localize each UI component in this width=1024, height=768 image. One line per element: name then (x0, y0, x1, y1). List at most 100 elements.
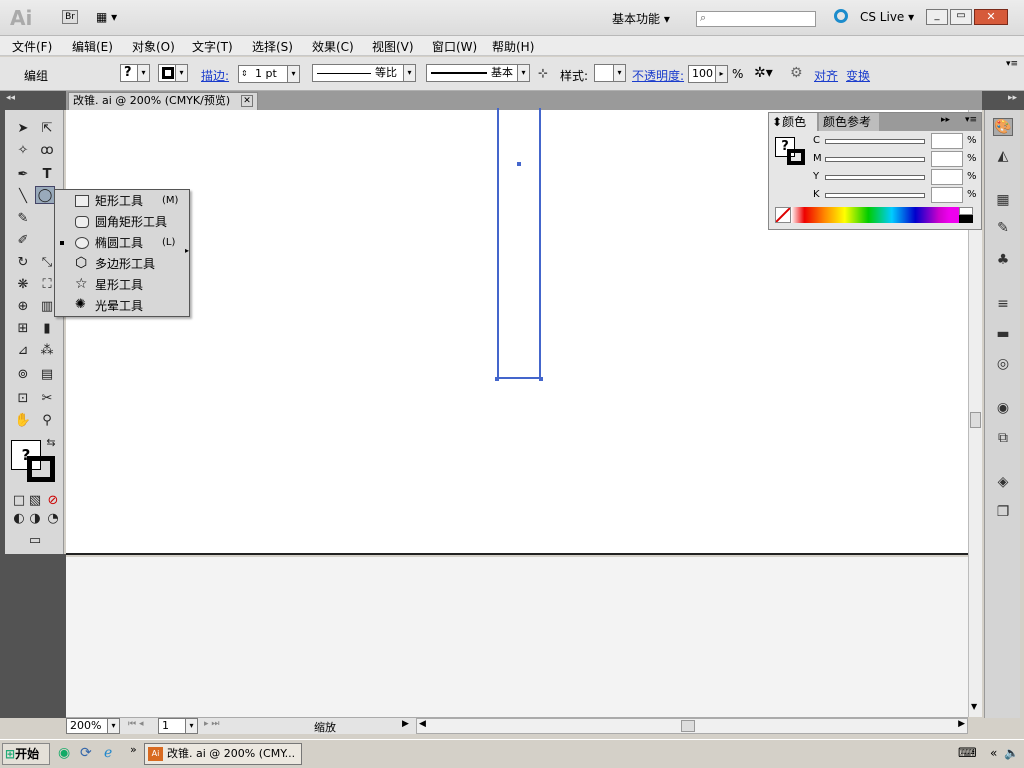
eyedropper-icon[interactable]: ⊿ (13, 342, 33, 360)
arrange-documents-button[interactable]: ▦ ▾ (96, 10, 126, 24)
recolor-icon[interactable]: ✲▾ (754, 65, 773, 81)
white-swatch[interactable] (959, 207, 973, 215)
slider-m[interactable] (825, 157, 925, 162)
color-stroke-swatch[interactable] (787, 149, 805, 165)
flyout-item-star[interactable]: ☆ 星形工具 (55, 275, 185, 295)
scroll-down-icon[interactable]: ▼ (971, 702, 977, 711)
align-link[interactable]: 对齐 (814, 67, 838, 84)
first-page-icon[interactable]: ⏮ ◂ (128, 719, 143, 729)
panel-collapse-icon[interactable]: ▸▸ (941, 115, 950, 125)
tearoff-icon[interactable]: ▸ (185, 246, 189, 255)
slider-c[interactable] (825, 139, 925, 144)
input-y[interactable] (931, 169, 963, 185)
swatches-icon[interactable]: ▦ (993, 192, 1013, 210)
layers-icon[interactable]: ◈ (993, 474, 1013, 492)
gradient-tool-icon[interactable]: ▮ (37, 320, 57, 338)
color-spectrum[interactable] (791, 207, 959, 223)
anchor-point[interactable] (539, 377, 543, 381)
workspace-switcher[interactable]: 基本功能 ▾ (612, 10, 670, 27)
variable-width-profile[interactable]: 等比 ▾ (312, 64, 416, 82)
screen-mode-icon[interactable]: ▭ (25, 532, 45, 550)
restore-button[interactable]: ▭ (950, 9, 972, 25)
slider-k[interactable] (825, 193, 925, 198)
volume-icon[interactable]: 🔈 (1004, 746, 1019, 760)
gradient-icon[interactable]: ▬ (993, 326, 1013, 344)
scroll-right-icon[interactable]: ▶ (958, 719, 965, 729)
slider-y[interactable] (825, 175, 925, 180)
anchor-point[interactable] (495, 377, 499, 381)
stroke-icon[interactable]: ≡ (993, 296, 1013, 314)
app-quicklaunch-icon[interactable]: ⟳ (80, 745, 92, 761)
zoom-selector[interactable]: 200% ▾ (66, 718, 120, 734)
selection-tool-icon[interactable]: ➤ (13, 120, 33, 138)
symbol-sprayer-icon[interactable]: ⊚ (13, 366, 33, 384)
input-m[interactable] (931, 151, 963, 167)
expand-icon[interactable]: ▸▸ (1008, 93, 1017, 103)
none-swatch[interactable] (775, 207, 791, 223)
menu-type[interactable]: 文字(T) (192, 38, 233, 55)
menu-view[interactable]: 视图(V) (372, 38, 414, 55)
menu-object[interactable]: 对象(O) (132, 38, 175, 55)
stroke-swatch-large[interactable] (27, 456, 55, 482)
transform-link[interactable]: 变换 (846, 67, 870, 84)
opacity-field[interactable]: 100 ▸ (688, 65, 728, 83)
stroke-selector[interactable]: ▾ (158, 64, 188, 82)
artboard-tool-icon[interactable]: ⊡ (13, 390, 33, 408)
brushes-icon[interactable]: ✎ (993, 220, 1013, 238)
menu-help[interactable]: 帮助(H) (492, 38, 534, 55)
direct-selection-tool-icon[interactable]: ⇱ (37, 120, 57, 138)
chrome-icon[interactable]: ◉ (58, 745, 70, 761)
graphic-style-selector[interactable]: ▾ (594, 64, 626, 82)
bridge-button[interactable]: Br (62, 10, 78, 24)
flyout-item-ellipse[interactable]: 椭圆工具 (L) (55, 233, 185, 253)
quicklaunch-more-icon[interactable]: » (130, 743, 137, 756)
collapse-icon[interactable]: ◂◂ (6, 93, 15, 103)
panel-menu-icon[interactable]: ▾≡ (1006, 59, 1018, 69)
paintbrush-icon[interactable]: ✎ (13, 210, 33, 228)
fill-selector[interactable]: ? ▾ (120, 64, 150, 82)
tray-expand-icon[interactable]: « (990, 746, 997, 760)
status-menu-icon[interactable]: ▶ (402, 719, 409, 729)
blend-tool-icon[interactable]: ⁂ (37, 342, 57, 360)
brush-definition[interactable]: 基本 ▾ (426, 64, 530, 82)
lasso-icon[interactable]: ꝏ (37, 142, 57, 160)
graph-tool-icon[interactable]: ▤ (37, 366, 57, 384)
vertical-scroll-thumb[interactable] (970, 412, 981, 428)
menu-select[interactable]: 选择(S) (252, 38, 293, 55)
scroll-left-icon[interactable]: ◀ (419, 719, 426, 729)
magic-wand-icon[interactable]: ✧ (13, 142, 33, 160)
symbols-icon[interactable]: ♣ (993, 252, 1013, 270)
graphic-styles-icon[interactable]: ⧉ (993, 430, 1013, 448)
flyout-item-rounded-rectangle[interactable]: 圆角矩形工具 (55, 212, 185, 232)
taskbar-window-button[interactable]: Ai 改锥. ai @ 200% (CMY... (144, 743, 302, 765)
menu-edit[interactable]: 编辑(E) (72, 38, 113, 55)
brush-options-icon[interactable]: ⊹ (538, 66, 548, 80)
draw-inside-icon[interactable]: ◔ (43, 510, 63, 528)
draw-behind-icon[interactable]: ◑ (25, 510, 45, 528)
menu-file[interactable]: 文件(F) (12, 38, 52, 55)
color-guide-icon[interactable]: ◭ (993, 148, 1013, 166)
horizontal-scrollbar[interactable]: ◀ ▶ (416, 718, 968, 734)
rotate-tool-icon[interactable]: ↻ (13, 254, 33, 272)
stepper-icon[interactable]: ⇕ (241, 66, 248, 82)
ellipse-tool-icon[interactable]: ◯ (35, 186, 55, 204)
tab-color[interactable]: ⬍颜色 (769, 113, 817, 131)
appearance-icon[interactable]: ◉ (993, 400, 1013, 418)
tab-color-guide[interactable]: 颜色参考 (819, 113, 879, 131)
zoom-tool-icon[interactable]: ⚲ (37, 412, 57, 430)
flyout-item-rectangle[interactable]: 矩形工具 (M) (55, 191, 185, 211)
color-panel-icon[interactable]: 🎨 (993, 118, 1013, 136)
cslive-menu[interactable]: CS Live ▾ (860, 10, 914, 24)
last-page-icon[interactable]: ▸ ⏭ (204, 719, 219, 729)
gradient-mode-icon[interactable]: ▧ (25, 492, 45, 510)
warp-tool-icon[interactable]: ❋ (13, 276, 33, 294)
selected-rectangle[interactable] (497, 108, 541, 379)
input-k[interactable] (931, 187, 963, 203)
start-button[interactable]: ⊞开始 (2, 743, 50, 765)
blob-brush-icon[interactable]: ✐ (13, 232, 33, 250)
stroke-link[interactable]: 描边: (201, 67, 229, 84)
line-tool-icon[interactable]: ╲ (13, 188, 33, 206)
horizontal-scroll-thumb[interactable] (681, 720, 695, 732)
type-tool-icon[interactable]: T (37, 166, 57, 184)
none-mode-icon[interactable]: ⊘ (43, 492, 63, 510)
